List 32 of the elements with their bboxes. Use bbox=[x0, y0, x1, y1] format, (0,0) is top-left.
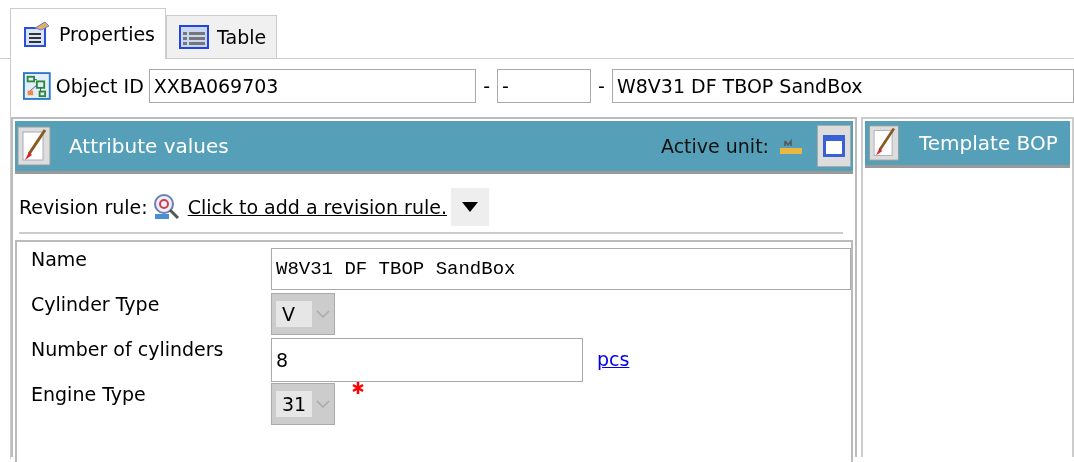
separator: - bbox=[482, 75, 492, 97]
attribute-label: Engine Type bbox=[31, 383, 147, 405]
dropdown-button[interactable] bbox=[450, 188, 489, 226]
chevron-icon bbox=[316, 400, 331, 408]
ruler-icon bbox=[779, 137, 803, 155]
panel-title: Attribute values bbox=[68, 134, 230, 158]
table-icon bbox=[179, 24, 210, 50]
tab[interactable]: Properties bbox=[10, 8, 167, 59]
object-id-label: Object ID bbox=[55, 75, 144, 97]
maximize-button[interactable] bbox=[817, 125, 851, 167]
object-name-field[interactable]: W8V31 DF TBOP SandBox bbox=[611, 69, 1074, 103]
tab[interactable]: Table bbox=[166, 15, 278, 58]
text-field[interactable]: 8 bbox=[271, 338, 583, 382]
attribute-label: Name bbox=[31, 248, 89, 270]
combo-box[interactable]: V bbox=[271, 293, 335, 335]
separator: - bbox=[597, 75, 606, 97]
caret-icon bbox=[461, 202, 478, 212]
revision-rule-link[interactable]: Click to add a revision rule. bbox=[187, 196, 447, 218]
chevron-icon bbox=[316, 310, 330, 318]
attribute-label: Number of cylinders bbox=[31, 338, 225, 360]
structure-icon bbox=[23, 71, 51, 101]
active-unit-label: Active unit: bbox=[660, 135, 769, 157]
revision-field[interactable]: - bbox=[497, 69, 592, 103]
combo-box[interactable]: 31 bbox=[271, 383, 336, 425]
text-field[interactable]: W8V31 DF TBOP SandBox bbox=[271, 248, 851, 290]
attribute-label: Cylinder Type bbox=[31, 293, 161, 315]
magnifier-icon bbox=[151, 193, 180, 221]
object-id-field[interactable]: XXBA069703 bbox=[148, 69, 477, 103]
unit-link[interactable]: pcs bbox=[597, 348, 630, 370]
panel-title: Template BOP bbox=[918, 131, 1059, 155]
properties-icon bbox=[23, 20, 51, 48]
revision-rule-label: Revision rule: bbox=[19, 196, 148, 218]
